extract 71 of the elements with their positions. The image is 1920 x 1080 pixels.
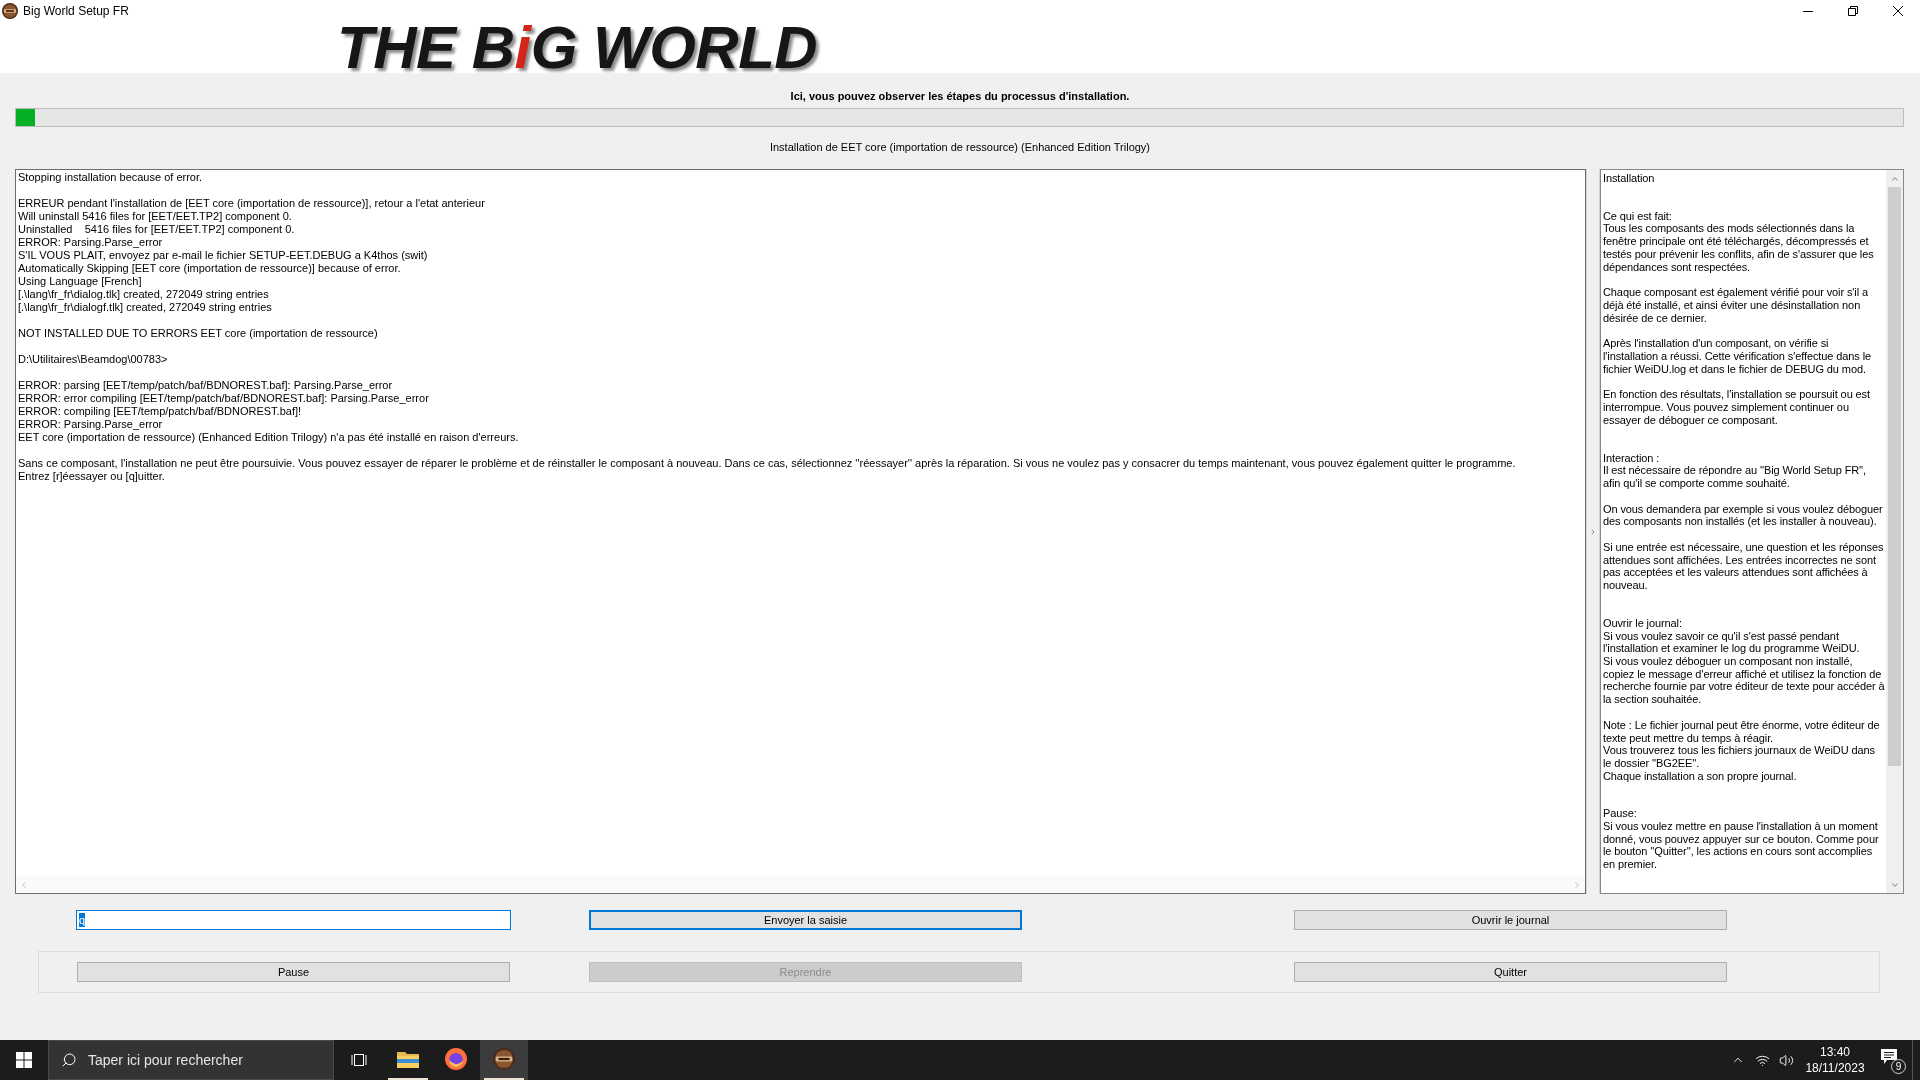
- log-line: Using Language [French]: [18, 275, 142, 288]
- help-text: Il est nécessaire de répondre au ''Big World Setup FR'', afin qu'il se comporte comme souhaité.: [1603, 464, 1868, 490]
- help-text: Si vous voulez déboguer un composant non installé, copiez le message d'erreur affiché et utilisez la fonction de recherche fournie par votre éditeur de texte pour accéder à la section souhaitée.: [1603, 655, 1886, 706]
- help-text: Chaque installation a son propre journal.: [1603, 769, 1798, 783]
- vertical-scrollbar[interactable]: [1886, 170, 1903, 893]
- log-line: Automatically Skipping [EET core (importation de ressource)] because of error.: [18, 262, 401, 275]
- help-text: Note : Le fichier journal peut être énorme, votre éditeur de texte peut mettre du temps à réagir.: [1603, 718, 1881, 745]
- log-line: [.\lang\fr_fr\dialogf.tlk] created, 272049 string entries: [18, 301, 272, 314]
- log-line: ERROR: parsing [EET/temp/patch/baf/BDNOREST.baf]: Parsing.Parse_error: [18, 379, 393, 392]
- log-line: D:\Utilitaires\Beamdog\00783>: [18, 353, 168, 366]
- log-line: [.\lang\fr_fr\dialog.tlk] created, 272049 string entries: [18, 288, 269, 301]
- task-view-icon: [351, 1053, 367, 1067]
- horizontal-scrollbar[interactable]: [16, 876, 1585, 893]
- input-field[interactable]: q: [76, 910, 511, 930]
- help-text: Si une entrée est nécessaire, une question et les réponses attendues sont affichées. Les entrées incorrectes ne sont pas acceptées et les valeurs attendues sont affichées à nouveau.: [1603, 541, 1885, 592]
- log-line: Entrez [r]éessayer ou [q]uitter.: [18, 470, 165, 483]
- log-line: Uninstalled 5416 files for [EET/EET.TP2] component 0.: [18, 223, 295, 236]
- logo: THE BiG WORLD: [337, 22, 818, 73]
- help-text: En fonction des résultats, l'installation se poursuit ou est interrompue. Vous pouvez simplement continuer ou essayer de déboguer ce composant.: [1603, 388, 1871, 427]
- help-text: Ce qui est fait:: [1603, 209, 1673, 223]
- minimize-icon: [1802, 10, 1813, 12]
- notifications-button[interactable]: 9: [1872, 1040, 1912, 1080]
- help-text: Pause:: [1603, 807, 1638, 820]
- search-icon: [61, 1052, 77, 1068]
- speaker-icon: [1778, 1052, 1794, 1068]
- log-line: ERREUR pendant l'installation de [EET core (importation de ressource)], retour a l'etat anterieur: [18, 197, 485, 210]
- help-text: Tous les composants des mods sélectionnés dans la fenêtre principale ont été téléchargés, décompressés et testés pour prévenir les conflits, afin de s'assurer que les dépendances sont respectées.: [1603, 222, 1875, 274]
- disc-icon: [493, 1048, 515, 1070]
- restore-icon: [1847, 6, 1858, 16]
- help-text: Vous trouverez tous les fichiers journaux de WeiDU dans le dossier ''BG2EE''.: [1603, 744, 1876, 770]
- instruction-text: Ici, vous pouvez observer les étapes du processus d'installation.: [790, 90, 1130, 103]
- log-line: Sans ce composant, l'installation ne peut être poursuivie. Vous pouvez essayer de réparer le problème et de réinstaller le composant à nouveau. Dans ce cas, sélectionnez ''réessayer'' après la réparation. Si vous ne voulez pas y consacrer du temps maintenant, vous pouvez également quitter le programme.: [18, 457, 1516, 470]
- scrollbar-thumb[interactable]: [1888, 187, 1901, 766]
- log-line: Will uninstall 5416 files for [EET/EET.TP2] component 0.: [18, 210, 292, 223]
- status-text: Installation de EET core (importation de ressource) (Enhanced Edition Trilogy): [769, 141, 1151, 154]
- log-line: S'IL VOUS PLAIT, envoyez par e-mail le fichier SETUP-EET.DEBUG a K4thos (swit): [18, 249, 428, 262]
- quit-button[interactable]: Quitter: [1294, 962, 1727, 982]
- log-line: ERROR: compiling [EET/temp/patch/baf/BDNOREST.baf]!: [18, 405, 302, 418]
- close-icon: [1892, 6, 1903, 16]
- windows-logo-icon: [16, 1052, 32, 1068]
- log-line: EET core (importation de ressource) (Enhanced Edition Trilogy) n'a pas été installé en raison d'erreurs.: [18, 431, 519, 444]
- send-input-button[interactable]: Envoyer la saisie: [589, 910, 1022, 930]
- log-line: Stopping installation because of error.: [18, 171, 203, 184]
- open-log-button[interactable]: Ouvrir le journal: [1294, 910, 1727, 930]
- help-text: Ouvrir le journal:: [1603, 616, 1683, 630]
- help-text: Si vous voulez savoir ce qu'il s'est passé pendant l'installation et examiner le log du programme WeiDU.: [1603, 629, 1861, 655]
- scroll-right-icon: [1572, 879, 1582, 890]
- pause-button[interactable]: Pause: [77, 962, 510, 982]
- log-line: ERROR: Parsing.Parse_error: [18, 418, 163, 431]
- message-icon: [1881, 1049, 1897, 1064]
- help-text: Si vous voulez mettre en pause l'installation à un moment donné, vous pouvez appuyer sur ce bouton. Comme pour le bouton ''Quitter'', les actions en cours sont accomplies en premier.: [1603, 820, 1880, 871]
- clock-time: 13:40: [1820, 1044, 1850, 1060]
- chevron-right-icon: [1589, 527, 1597, 536]
- notification-count: 9: [1891, 1059, 1906, 1074]
- search-field[interactable]: Taper ici pour rechercher: [48, 1040, 334, 1080]
- folder-icon: [397, 1050, 419, 1068]
- scroll-left-icon: [19, 879, 29, 890]
- window-title: Big World Setup FR: [23, 5, 129, 17]
- wifi-icon: [1754, 1052, 1770, 1068]
- clock-date: 18/11/2023: [1805, 1060, 1865, 1076]
- help-text: Interaction :: [1603, 451, 1661, 465]
- help-text: Après l'installation d'un composant, on vérifie si l'installation a réussi. Cette vérification s'effectue dans le fichier WeiDU.log et dans le fichier de DEBUG du mod.: [1603, 337, 1873, 376]
- help-text: Chaque composant est également vérifié pour voir s'il a déjà été installé, et ainsi éviter une désinstallation non désirée de ce dernier.: [1603, 286, 1870, 325]
- help-text: On vous demandera par exemple si vous voulez déboguer des composants non installés (et les installer à nouveau).: [1603, 502, 1884, 529]
- log-line: NOT INSTALLED DUE TO ERRORS EET core (importation de ressource): [18, 327, 378, 340]
- help-text: Installation: [1603, 172, 1656, 185]
- globe-icon: [445, 1048, 467, 1070]
- taskbar-app-button[interactable]: [480, 1040, 528, 1080]
- log-line: ERROR: error compiling [EET/temp/patch/baf/BDNOREST.baf]: Parsing.Parse_error: [18, 392, 429, 405]
- log-line: ERROR: Parsing.Parse_error: [18, 236, 163, 249]
- disc-icon: [2, 3, 18, 19]
